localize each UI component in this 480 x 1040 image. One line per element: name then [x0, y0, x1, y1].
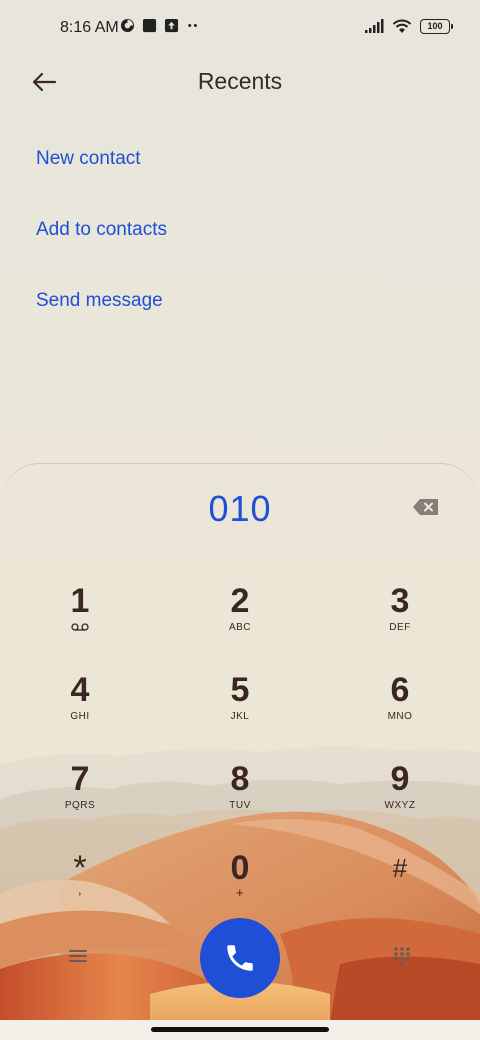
key-1[interactable]: 1	[20, 581, 140, 661]
square-notification-icon	[142, 18, 157, 33]
menu-icon	[69, 950, 87, 962]
key-letters: MNO	[387, 711, 413, 722]
page-title: Recents	[197, 68, 283, 94]
menu-button[interactable]	[64, 942, 92, 970]
key-digit: 9	[390, 760, 410, 798]
key-3[interactable]: 3 DEF	[340, 581, 460, 661]
new-contact-link[interactable]: New contact	[36, 148, 141, 170]
key-star[interactable]: * ,	[20, 848, 140, 928]
call-button[interactable]	[200, 918, 280, 998]
key-5[interactable]: 5 JKL	[180, 670, 300, 750]
voicemail-icon	[71, 623, 89, 631]
keypad-toggle-button[interactable]	[388, 942, 416, 970]
dialed-number: 010	[208, 488, 272, 529]
wifi-icon	[392, 19, 412, 33]
key-digit: 8	[230, 760, 250, 798]
key-letters: TUV	[229, 800, 251, 811]
key-digit: 0	[230, 849, 250, 887]
send-message-link[interactable]: Send message	[36, 290, 163, 312]
status-right: 100	[364, 18, 453, 34]
signal-icon	[365, 18, 384, 33]
dialpad-panel: 010 1 2 ABC 3 DEF 4 GHI 5 JKL 6 MNO 7 PQ…	[0, 463, 480, 1020]
key-letters: JKL	[230, 711, 250, 722]
key-2[interactable]: 2 ABC	[180, 581, 300, 661]
key-7[interactable]: 7 PQRS	[20, 759, 140, 839]
header: Recents	[0, 56, 480, 108]
dialpad-icon	[394, 947, 410, 966]
more-dots-icon	[188, 24, 197, 27]
key-letters: DEF	[389, 622, 411, 633]
add-to-contacts-link[interactable]: Add to contacts	[36, 219, 167, 241]
key-digit: 3	[390, 582, 410, 620]
phone-icon	[227, 945, 253, 971]
key-digit: 4	[70, 671, 90, 709]
key-0[interactable]: 0 +	[180, 848, 300, 928]
status-bar: 8:16 AM 100	[0, 0, 480, 56]
key-hash[interactable]: #	[340, 848, 460, 928]
backspace-icon[interactable]	[412, 497, 440, 517]
home-indicator[interactable]	[151, 1027, 329, 1032]
battery-icon: 100	[420, 18, 453, 34]
key-9[interactable]: 9 WXYZ	[340, 759, 460, 839]
key-6[interactable]: 6 MNO	[340, 670, 460, 750]
key-digit: 6	[390, 671, 410, 709]
key-8[interactable]: 8 TUV	[180, 759, 300, 839]
data-saver-icon	[120, 18, 135, 33]
key-letters: PQRS	[64, 800, 96, 811]
key-letters: ABC	[228, 622, 252, 633]
key-letters: WXYZ	[384, 800, 416, 811]
navigation-bar	[0, 1020, 480, 1040]
key-digit: #	[392, 853, 408, 883]
key-digit: 5	[230, 671, 250, 709]
key-letters: +	[235, 885, 245, 900]
status-left-icons	[120, 18, 201, 33]
key-letters: GHI	[70, 711, 90, 722]
key-digit: 7	[70, 760, 90, 798]
status-time: 8:16 AM	[60, 19, 119, 36]
key-digit: 2	[230, 582, 250, 620]
key-digit: 1	[70, 582, 90, 620]
upload-icon	[164, 18, 179, 33]
key-letters: ,	[77, 882, 83, 897]
key-4[interactable]: 4 GHI	[20, 670, 140, 750]
